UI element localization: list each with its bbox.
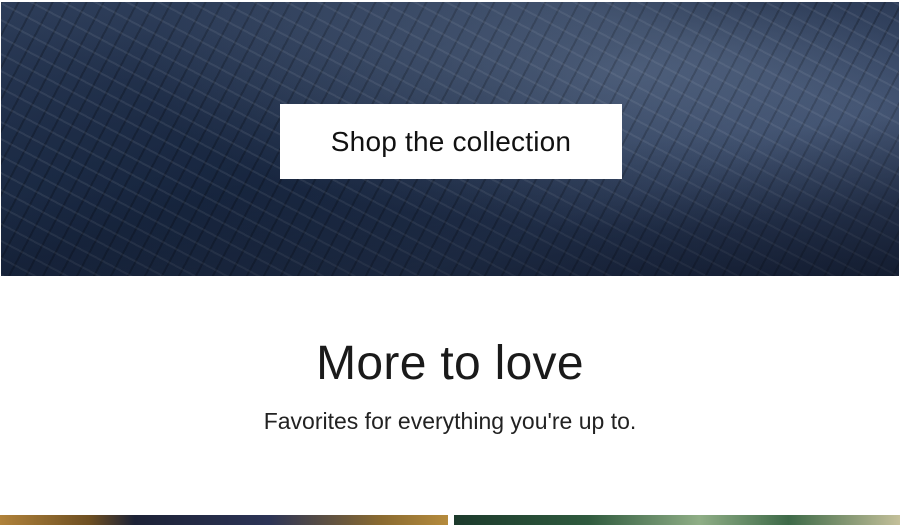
product-card-image-left[interactable]	[0, 515, 448, 525]
product-card-image-right[interactable]	[454, 515, 900, 525]
shop-the-collection-button[interactable]: Shop the collection	[280, 104, 622, 179]
section-title: More to love	[316, 337, 584, 390]
hero-banner: Shop the collection	[1, 2, 899, 276]
section-subtitle: Favorites for everything you're up to.	[263, 408, 637, 434]
